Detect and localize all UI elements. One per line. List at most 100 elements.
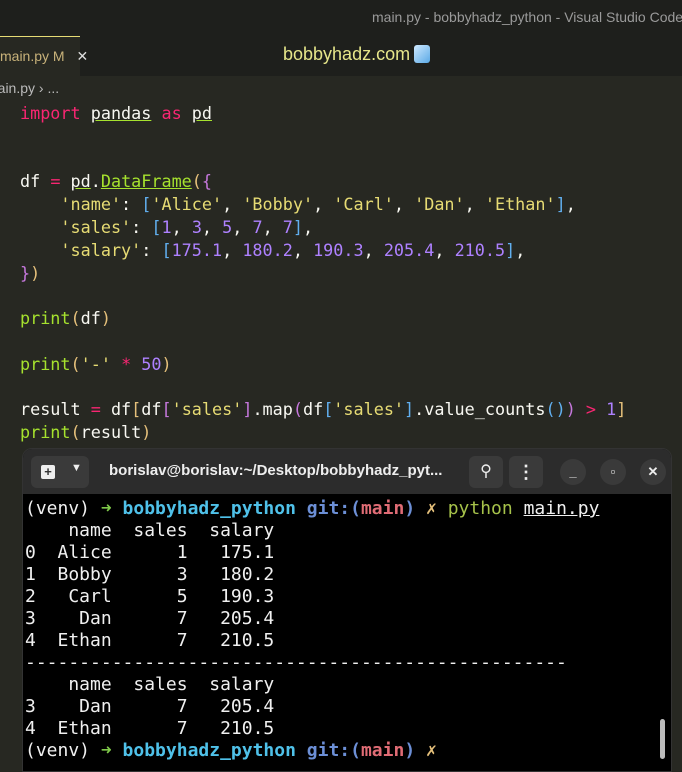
code-token: 190.3	[313, 239, 364, 260]
code-token: '-'	[80, 353, 111, 374]
output-line: 0 Alice 1 175.1	[25, 542, 275, 563]
search-button[interactable]: ⚲	[469, 456, 503, 488]
code-token: 3	[191, 216, 202, 237]
brand-watermark: bobbyhadz.com	[283, 44, 431, 65]
code-token: ,	[565, 194, 576, 215]
code-token: print	[20, 353, 71, 374]
code-line: print(result)	[20, 421, 626, 444]
git-close: )	[404, 498, 416, 519]
code-token: [	[161, 239, 172, 260]
code-token: }	[20, 262, 31, 283]
close-window-button[interactable]: ✕	[640, 459, 666, 485]
output-line: 4 Ethan 7 210.5	[25, 630, 275, 651]
minimize-icon: _	[569, 464, 577, 479]
dirty-icon: ✗	[426, 740, 437, 761]
code-token: )	[141, 422, 152, 443]
terminal-header: + ▼ borislav@borislav:~/Desktop/bobbyhadz…	[23, 449, 671, 494]
command: python	[447, 498, 513, 519]
tab-bar: main.py M ✕ bobbyhadz.com	[0, 36, 682, 76]
code-token: )	[100, 308, 111, 329]
code-token: (	[191, 171, 202, 192]
minimize-button[interactable]: _	[560, 459, 586, 485]
code-token: >	[585, 399, 597, 420]
code-token: =	[50, 171, 61, 192]
menu-button[interactable]: ⋮	[509, 456, 543, 488]
code-token: ]	[242, 399, 253, 420]
code-line: 'salary': [175.1, 180.2, 190.3, 205.4, 2…	[20, 239, 626, 262]
code-token: 180.2	[242, 239, 293, 260]
new-tab-button[interactable]: + ▼	[31, 456, 89, 488]
tab-label: main.py	[0, 48, 50, 64]
cube-icon	[414, 45, 431, 63]
git-branch: main	[360, 498, 405, 519]
code-token: ]	[505, 239, 516, 260]
code-token: =	[90, 399, 101, 420]
breadcrumb-text: main.py › ...	[0, 80, 60, 96]
code-editor[interactable]: import pandas as pd df = pd.DataFrame({ '…	[20, 102, 626, 444]
modified-badge: M	[52, 48, 65, 64]
code-line: 'sales': [1, 3, 5, 7, 7],	[20, 216, 626, 239]
breadcrumb[interactable]: main.py › ...	[0, 80, 59, 96]
code-token: df	[20, 171, 51, 192]
output-line: 1 Bobby 3 180.2	[25, 564, 275, 585]
tab-main-py[interactable]: main.py M ✕	[0, 36, 88, 76]
code-token: 'sales'	[333, 399, 405, 420]
command-arg: main.py	[523, 498, 600, 519]
arrow-icon: ➜	[100, 740, 112, 761]
code-token: .	[90, 171, 101, 192]
dirty-icon: ✗	[426, 498, 437, 519]
output-line: 2 Carl 5 190.3	[25, 586, 275, 607]
code-token: df	[100, 399, 132, 420]
code-token: 210.5	[454, 239, 506, 260]
kebab-menu-icon: ⋮	[517, 462, 535, 482]
code-token: 'Dan'	[414, 194, 465, 215]
code-token: ()	[545, 399, 566, 420]
code-token: 'name'	[60, 194, 122, 215]
terminal-window[interactable]: + ▼ borislav@borislav:~/Desktop/bobbyhadz…	[22, 448, 672, 772]
code-line: import pandas as pd	[20, 102, 626, 125]
code-token: ,	[201, 216, 223, 237]
code-token: [	[161, 399, 172, 420]
code-token: 7	[282, 216, 293, 237]
git-branch: main	[360, 740, 405, 761]
code-token: 7	[252, 216, 263, 237]
code-token: :	[121, 194, 142, 215]
maximize-button[interactable]: ▫	[600, 459, 626, 485]
code-token: 'Alice'	[151, 194, 223, 215]
code-token: )	[565, 399, 576, 420]
close-icon[interactable]: ✕	[76, 48, 88, 64]
code-token: ,	[222, 194, 243, 215]
code-token: pd	[191, 103, 213, 123]
code-token: 5	[222, 216, 233, 237]
code-token: *	[121, 353, 132, 374]
code-token: ]	[616, 399, 627, 420]
code-token: ,	[515, 239, 526, 260]
code-token: )	[161, 353, 172, 374]
code-token: ,	[232, 216, 253, 237]
code-token: [	[151, 216, 162, 237]
code-token: df	[302, 399, 324, 420]
code-line: })	[20, 262, 626, 285]
git-label: git:(	[306, 740, 361, 761]
code-token: ,	[434, 239, 455, 260]
code-token: ,	[393, 194, 415, 215]
code-token: ,	[222, 239, 243, 260]
code-token: 'Bobby'	[242, 194, 314, 215]
code-token: )	[30, 262, 41, 283]
terminal-output[interactable]: (venv) ➜ bobbyhadz_python git:(main) ✗ p…	[23, 494, 671, 762]
code-token: df	[141, 399, 162, 420]
code-token: 'Carl'	[333, 194, 394, 215]
code-token: DataFrame	[100, 171, 192, 192]
arrow-icon: ➜	[100, 498, 112, 519]
code-token: ,	[303, 216, 314, 237]
code-token: 'sales'	[171, 399, 243, 420]
scrollbar[interactable]	[660, 719, 665, 759]
